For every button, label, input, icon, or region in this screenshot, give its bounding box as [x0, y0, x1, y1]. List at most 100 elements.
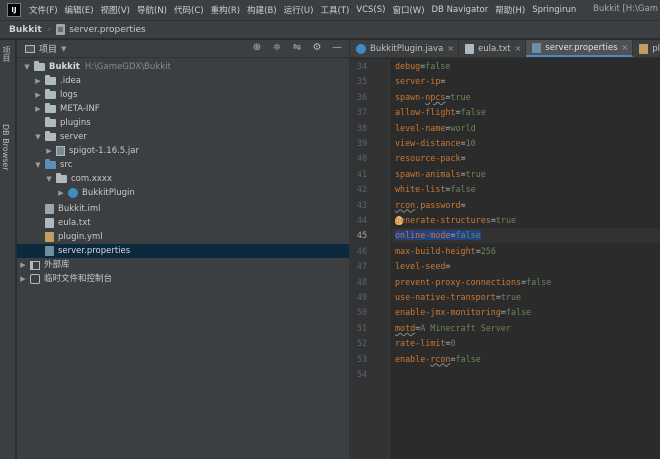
- code-area[interactable]: debug=false server-ip= spawn-npcs=true allo…: [391, 59, 660, 459]
- line-number-gutter: 34 35 36 37 38 39 40 41 42 43 44 45 46 47 48 49 50 51 52 53…: [350, 59, 390, 459]
- line-number: 45: [356, 230, 367, 241]
- project-panel-title[interactable]: 项目: [39, 42, 57, 55]
- tree-item-eula[interactable]: eula.txt: [45, 216, 91, 230]
- menu-file[interactable]: 文件(F): [29, 4, 58, 16]
- equals-sign: =: [460, 199, 466, 210]
- menu-window[interactable]: 窗口(W): [392, 4, 424, 16]
- project-panel-toolbar: ⊕ ≑ ⇋ ⚙ —: [251, 42, 343, 53]
- tree-item-logs[interactable]: ▶ logs: [34, 88, 77, 102]
- menu-code[interactable]: 代码(C): [174, 4, 204, 16]
- chevron-right-icon[interactable]: ▶: [19, 272, 27, 286]
- menu-build[interactable]: 构建(B): [247, 4, 276, 16]
- tree-item-label: 临时文件和控制台: [44, 274, 113, 284]
- tree-item-scratches[interactable]: ▶ 临时文件和控制台: [19, 272, 112, 286]
- chevron-right-icon[interactable]: ▶: [34, 88, 42, 102]
- line-number: 36: [356, 91, 367, 102]
- chevron-down-icon[interactable]: ▼: [34, 130, 42, 144]
- tree-item-idea[interactable]: ▶ .idea: [34, 74, 81, 88]
- chevron-down-icon[interactable]: ▼: [45, 172, 53, 186]
- gear-icon[interactable]: ⚙: [311, 42, 323, 53]
- breadcrumb: Bukkit › server.properties: [0, 20, 660, 39]
- line-number: 34: [356, 61, 367, 71]
- menu-vcs[interactable]: VCS(S): [356, 5, 385, 15]
- code-line: max-build-height=256: [395, 244, 496, 259]
- left-tool-strip: 项目 DB Browser: [0, 40, 16, 459]
- tab-server-properties[interactable]: server.properties ×: [526, 40, 634, 57]
- line-number: 52: [356, 338, 367, 349]
- tree-item-src[interactable]: ▼ src: [34, 158, 72, 172]
- tool-tab-project[interactable]: 项目: [1, 46, 12, 62]
- tab-label: BukkitPlugin.java: [370, 43, 444, 54]
- tree-item-bukkit-iml[interactable]: Bukkit.iml: [45, 202, 100, 216]
- menu-refactor[interactable]: 重构(R): [211, 4, 241, 16]
- collapse-all-icon[interactable]: ⇋: [291, 42, 303, 53]
- property-value: false: [460, 107, 486, 118]
- chevron-right-icon[interactable]: ▶: [34, 74, 42, 88]
- tree-item-bukkitplugin[interactable]: ▶ BukkitPlugin: [57, 186, 135, 200]
- tree-item-meta-inf[interactable]: ▶ META-INF: [34, 102, 100, 116]
- menu-help[interactable]: 帮助(H): [495, 4, 525, 16]
- breadcrumb-project[interactable]: Bukkit: [9, 25, 42, 35]
- line-number: 53: [356, 353, 367, 364]
- properties-file-icon: [45, 246, 54, 256]
- menu-db-navigator[interactable]: DB Navigator: [432, 5, 489, 15]
- menu-view[interactable]: 视图(V): [101, 4, 130, 16]
- hide-panel-icon[interactable]: —: [331, 42, 343, 53]
- code-line: rcon.password=: [395, 198, 466, 213]
- chevron-down-icon[interactable]: ▼: [23, 60, 31, 74]
- property-value: false: [425, 61, 451, 71]
- property-value: false: [455, 353, 481, 364]
- tool-tab-db-browser[interactable]: DB Browser: [1, 124, 10, 171]
- close-icon[interactable]: ×: [447, 44, 454, 53]
- chevron-right-icon[interactable]: ▶: [45, 144, 53, 158]
- line-number: 43: [356, 199, 367, 210]
- menu-navigate[interactable]: 导航(N): [137, 4, 167, 16]
- tab-eula-txt[interactable]: eula.txt ×: [459, 40, 527, 57]
- chevron-right-icon[interactable]: ▶: [57, 186, 65, 200]
- tree-item-label: logs: [60, 90, 78, 100]
- line-number: 54: [356, 369, 367, 379]
- line-number: 37: [356, 107, 367, 118]
- chevron-right-icon[interactable]: ▶: [34, 102, 42, 116]
- tree-item-com-xxxx[interactable]: ▼ com.xxxx: [45, 172, 112, 186]
- line-number: 50: [356, 307, 367, 318]
- tree-item-label: Bukkit: [49, 62, 80, 72]
- menu-edit[interactable]: 编辑(E): [65, 4, 94, 16]
- intellij-logo-icon[interactable]: IJ: [7, 3, 21, 17]
- yaml-file-icon: [45, 232, 54, 242]
- tree-item-label: server.properties: [58, 246, 131, 256]
- property-key: enable-rcon: [395, 353, 451, 364]
- tree-item-plugins[interactable]: plugins: [45, 116, 91, 130]
- property-value: true: [465, 168, 486, 179]
- window-title: Bukkit [H:\Gam: [593, 4, 658, 14]
- chevron-right-icon[interactable]: ▶: [19, 258, 27, 272]
- tab-label: plugi: [652, 43, 660, 54]
- property-key: prevent-proxy-connections: [395, 276, 522, 287]
- tree-item-server-properties[interactable]: server.properties: [17, 244, 349, 258]
- property-key: debug: [395, 61, 421, 71]
- iml-file-icon: [45, 204, 54, 214]
- tree-item-label: META-INF: [60, 104, 100, 114]
- menu-tools[interactable]: 工具(T): [320, 4, 349, 16]
- chevron-down-icon[interactable]: ▼: [61, 45, 66, 53]
- tree-item-spigot-jar[interactable]: ▶ spigot-1.16.5.jar: [45, 144, 139, 158]
- tree-item-external-libraries[interactable]: ▶ 外部库: [19, 258, 69, 272]
- scratch-console-icon: [30, 274, 40, 284]
- menu-run[interactable]: 运行(U): [284, 4, 314, 16]
- tree-item-bukkit[interactable]: ▼ Bukkit H:\GameGDX\Bukkit: [23, 60, 171, 74]
- code-line: enable-rcon=false: [395, 352, 481, 367]
- close-icon[interactable]: ×: [515, 44, 522, 53]
- tab-bukkitplugin-java[interactable]: BukkitPlugin.java ×: [350, 40, 459, 57]
- code-line: use-native-transport=true: [395, 290, 521, 305]
- close-icon[interactable]: ×: [622, 43, 629, 52]
- expand-all-icon[interactable]: ≑: [271, 42, 283, 53]
- tree-item-server[interactable]: ▼ server: [34, 130, 87, 144]
- locate-file-icon[interactable]: ⊕: [251, 42, 263, 53]
- breadcrumb-file[interactable]: server.properties: [56, 24, 146, 35]
- tree-item-label: BukkitPlugin: [82, 188, 135, 198]
- tab-plugin-yml[interactable]: plugi: [633, 40, 660, 57]
- chevron-down-icon[interactable]: ▼: [34, 158, 42, 172]
- properties-file-icon: [56, 24, 66, 35]
- tree-item-plugin-yml[interactable]: plugin.yml: [45, 230, 103, 244]
- menu-springirun[interactable]: Springirun: [532, 5, 576, 15]
